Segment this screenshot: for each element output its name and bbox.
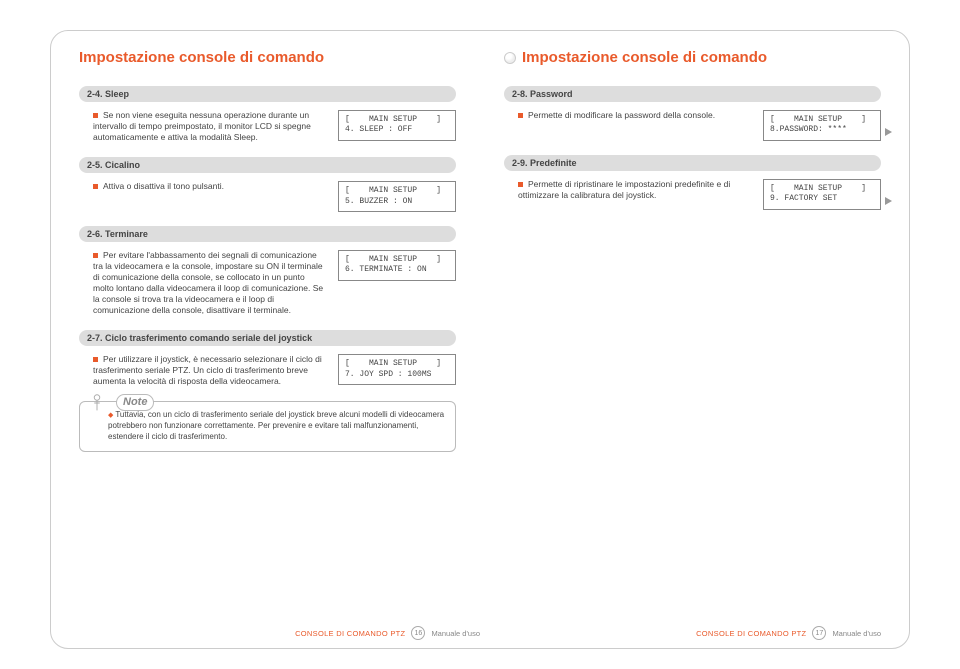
section-2-7: 2-7. Ciclo trasferimento comando seriale… [79,330,456,387]
columns: Impostazione console di comando 2-4. Sle… [79,49,881,620]
text-2-5: Attiva o disattiva il tono pulsanti. [93,181,326,192]
footer-right: CONSOLE DI COMANDO PTZ 17 Manuale d'uso [480,626,881,640]
note-icon [86,392,108,414]
section-2-9: 2-9. Predefinite Permette di ripristinar… [504,155,881,210]
text-2-9: Permette di ripristinare le impostazioni… [518,179,751,201]
setupbox-2-4: [ MAIN SETUP ] 4. SLEEP : OFF [338,110,456,141]
setupbox-2-8: [ MAIN SETUP ] 8.PASSWORD: **** [763,110,881,141]
section-2-6: 2-6. Terminare Per evitare l'abbassament… [79,226,456,316]
footer-left: CONSOLE DI COMANDO PTZ 16 Manuale d'uso [79,626,480,640]
setupbox-2-5: [ MAIN SETUP ] 5. BUZZER : ON [338,181,456,212]
footer-page-right: 17 [812,626,826,640]
right-heading: Impostazione console di comando [504,49,881,66]
setupbox-2-7: [ MAIN SETUP ] 7. JOY SPD : 100MS [338,354,456,385]
footer-manual-right: Manuale d'uso [832,629,881,638]
footer-product-left: CONSOLE DI COMANDO PTZ [295,629,405,638]
pill-2-7: 2-7. Ciclo trasferimento comando seriale… [79,330,456,346]
pill-2-5: 2-5. Cicalino [79,157,456,173]
note-label: Note [116,394,154,411]
footer-product-right: CONSOLE DI COMANDO PTZ [696,629,806,638]
footer-page-left: 16 [411,626,425,640]
section-2-5: 2-5. Cicalino Attiva o disattiva il tono… [79,157,456,212]
footer: CONSOLE DI COMANDO PTZ 16 Manuale d'uso … [79,626,881,640]
setupbox-2-6: [ MAIN SETUP ] 6. TERMINATE : ON [338,250,456,281]
pill-2-8: 2-8. Password [504,86,881,102]
section-2-8: 2-8. Password Permette di modificare la … [504,86,881,141]
text-2-6: Per evitare l'abbassamento dei segnali d… [93,250,326,316]
note-text: Tuttavia, con un ciclo di trasferimento … [108,410,445,442]
note-box: Note Tuttavia, con un ciclo di trasferim… [79,401,456,451]
text-2-8: Permette di modificare la password della… [518,110,751,121]
pill-2-6: 2-6. Terminare [79,226,456,242]
right-column: Impostazione console di comando 2-8. Pas… [504,49,881,620]
section-2-4: 2-4. Sleep Se non viene eseguita nessuna… [79,86,456,143]
footer-manual-left: Manuale d'uso [431,629,480,638]
page-frame: Impostazione console di comando 2-4. Sle… [50,30,910,649]
left-heading: Impostazione console di comando [79,49,456,66]
pill-2-4: 2-4. Sleep [79,86,456,102]
left-column: Impostazione console di comando 2-4. Sle… [79,49,456,620]
text-2-7: Per utilizzare il joystick, è necessario… [93,354,326,387]
setupbox-2-9: [ MAIN SETUP ] 9. FACTORY SET [763,179,881,210]
pill-2-9: 2-9. Predefinite [504,155,881,171]
text-2-4: Se non viene eseguita nessuna operazione… [93,110,326,143]
